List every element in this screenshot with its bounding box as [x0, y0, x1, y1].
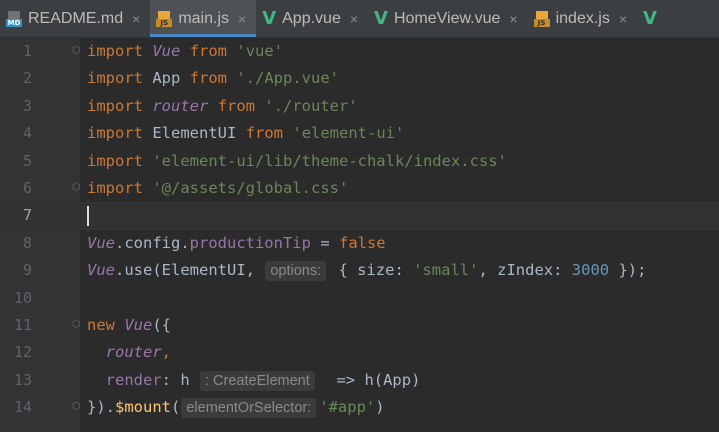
tab-app-vue[interactable]: V App.vue × [256, 0, 368, 37]
vue-file-icon: V [262, 7, 277, 29]
code-text: import App from './App.vue' [87, 69, 340, 88]
code-line[interactable]: 6 ⬡ import '@/assets/global.css' [0, 175, 719, 202]
code-line[interactable]: 14 ⬡ }).$mount(elementOrSelector: '#app') [0, 394, 719, 421]
code-text: Vue.config.productionTip = false [87, 233, 386, 252]
close-icon[interactable]: × [619, 11, 627, 27]
code-line[interactable]: 11 ⬡ new Vue({ [0, 312, 719, 339]
editor-tab-bar: MD README.md × JS main.js × V App.vue × … [0, 0, 719, 38]
code-text: import Vue from 'vue' [87, 42, 284, 60]
javascript-file-icon: JS [156, 10, 173, 27]
code-editor[interactable]: 1 ⬡ import Vue from 'vue' 2 import App f… [0, 38, 719, 432]
line-number: 8 [22, 233, 32, 252]
tab-homeview-vue[interactable]: V HomeView.vue × [368, 0, 528, 37]
code-line[interactable]: 4 import ElementUI from 'element-ui' [0, 120, 719, 147]
code-line[interactable]: 12 router, [0, 339, 719, 366]
code-line[interactable]: 5 import 'element-ui/lib/theme-chalk/ind… [0, 148, 719, 175]
tab-label: README.md [28, 9, 124, 27]
code-text: Vue.use(ElementUI, options: { size: 'sma… [87, 261, 647, 282]
current-code-line[interactable]: 7 [0, 202, 719, 230]
tab-label: App.vue [282, 9, 341, 27]
close-icon[interactable]: × [132, 11, 140, 27]
code-text: import ElementUI from 'element-ui' [87, 124, 405, 143]
code-text: import '@/assets/global.css' [87, 179, 349, 197]
code-text [87, 202, 89, 229]
line-number: 9 [22, 261, 32, 280]
line-number: 3 [22, 96, 32, 115]
line-number: 14 [13, 398, 32, 417]
line-number: 13 [13, 370, 32, 389]
line-number: 10 [13, 288, 32, 307]
code-text: new Vue({ [87, 316, 172, 334]
code-line[interactable]: 8 Vue.config.productionTip = false [0, 230, 719, 257]
parameter-hint: options: [265, 261, 327, 282]
code-line[interactable]: 13 render: h : CreateElement => h(App) [0, 367, 719, 394]
code-line[interactable]: 9 Vue.use(ElementUI, options: { size: 's… [0, 257, 719, 284]
line-number: 12 [13, 343, 32, 362]
fold-marker-icon[interactable]: ⬡ [72, 183, 81, 193]
fold-marker-icon[interactable]: ⬡ [72, 402, 81, 412]
line-number: 4 [22, 124, 32, 143]
code-text: render: h : CreateElement => h(App) [105, 370, 421, 391]
close-icon[interactable]: × [509, 11, 517, 27]
line-number: 5 [22, 151, 32, 170]
close-icon[interactable]: × [238, 11, 246, 27]
markdown-file-icon: MD [6, 10, 22, 27]
line-number: 1 [22, 42, 32, 60]
tab-label: main.js [178, 9, 229, 27]
code-line[interactable]: 10 [0, 285, 719, 312]
tab-label: HomeView.vue [393, 9, 501, 27]
tab-label: index.js [555, 9, 610, 27]
javascript-file-icon: JS [533, 10, 550, 27]
code-text: import 'element-ui/lib/theme-chalk/index… [87, 151, 507, 170]
line-number: 7 [22, 206, 32, 225]
line-number: 2 [22, 69, 32, 88]
line-number: 11 [13, 316, 32, 334]
vue-file-icon: V [374, 7, 388, 29]
text-cursor [87, 205, 89, 226]
code-text: router, [105, 343, 172, 362]
code-text: import router from './router' [87, 96, 358, 115]
fold-marker-icon[interactable]: ⬡ [72, 320, 81, 330]
code-line[interactable]: 3 import router from './router' [0, 93, 719, 120]
parameter-hint: elementOrSelector: [181, 398, 317, 419]
tab-main-js[interactable]: JS main.js × [150, 0, 257, 37]
tab-index-js[interactable]: JS index.js × [528, 0, 637, 37]
vue-file-icon: V [643, 7, 657, 29]
line-number: 6 [22, 179, 32, 197]
code-text: }).$mount(elementOrSelector: '#app') [87, 398, 385, 419]
code-line[interactable]: 1 ⬡ import Vue from 'vue' [0, 38, 719, 65]
type-hint: : CreateElement [200, 370, 315, 391]
tab-readme-md[interactable]: MD README.md × [0, 0, 150, 37]
fold-marker-icon[interactable]: ⬡ [72, 46, 81, 56]
close-icon[interactable]: × [350, 11, 358, 27]
code-line[interactable]: 2 import App from './App.vue' [0, 65, 719, 92]
tab-overflow[interactable]: V [637, 0, 673, 37]
